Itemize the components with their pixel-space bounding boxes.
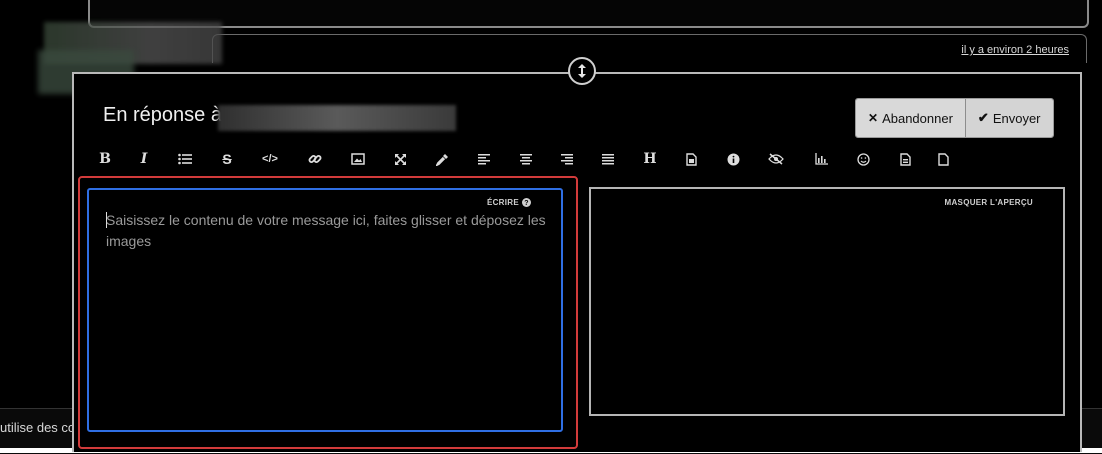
chart-button[interactable] bbox=[808, 148, 834, 170]
heading-button[interactable]: H bbox=[637, 148, 663, 170]
hide-preview-toggle[interactable]: MASQUER L'APERÇU bbox=[945, 198, 1033, 207]
new-page-button[interactable] bbox=[930, 148, 956, 170]
info-button[interactable] bbox=[720, 148, 746, 170]
resize-vertical-icon bbox=[578, 64, 586, 78]
align-right-button[interactable] bbox=[554, 148, 580, 170]
justify-icon bbox=[602, 154, 614, 165]
code-icon: </> bbox=[262, 153, 278, 165]
link-icon bbox=[308, 155, 322, 163]
bullet-list-icon bbox=[178, 153, 192, 165]
svg-text:?: ? bbox=[524, 200, 529, 207]
template-button[interactable] bbox=[892, 148, 918, 170]
check-icon: ✔ bbox=[977, 110, 989, 125]
strikethrough-icon: S bbox=[222, 151, 232, 167]
bold-icon: B bbox=[99, 151, 111, 167]
align-right-icon bbox=[561, 154, 573, 165]
composer-actions: ✕ Abandonner ✔ Envoyer bbox=[855, 98, 1054, 138]
bold-button[interactable]: B bbox=[92, 148, 118, 170]
resize-handle[interactable] bbox=[568, 57, 596, 85]
preview-pane: MASQUER L'APERÇU bbox=[589, 187, 1065, 416]
align-left-button[interactable] bbox=[471, 148, 497, 170]
align-center-button[interactable] bbox=[513, 148, 539, 170]
code-button[interactable]: </> bbox=[257, 148, 283, 170]
attach-file-button[interactable] bbox=[678, 148, 704, 170]
image-button[interactable] bbox=[345, 148, 371, 170]
blurred-reply-target bbox=[218, 105, 456, 131]
message-editor[interactable]: ÉCRIRE ? Saisissez le contenu de votre m… bbox=[87, 188, 563, 432]
fullscreen-button[interactable] bbox=[387, 148, 413, 170]
info-icon bbox=[727, 153, 739, 165]
document-icon bbox=[899, 152, 911, 166]
previous-post-card bbox=[88, 0, 1089, 28]
heading-icon: H bbox=[643, 151, 657, 167]
reply-to-title: En réponse à bbox=[103, 104, 222, 126]
eye-slash-icon bbox=[768, 153, 784, 165]
italic-icon: I bbox=[140, 151, 148, 167]
cancel-button[interactable]: ✕ Abandonner bbox=[856, 99, 965, 137]
emoji-button[interactable] bbox=[850, 148, 876, 170]
send-button-label: Envoyer bbox=[992, 110, 1041, 126]
image-icon bbox=[351, 153, 365, 165]
formatting-toolbar: B I S </> H bbox=[92, 148, 962, 170]
page-icon bbox=[937, 152, 949, 166]
chart-icon bbox=[814, 153, 828, 165]
eyedropper-icon bbox=[435, 153, 448, 166]
file-icon bbox=[685, 152, 697, 166]
cancel-button-label: Abandonner bbox=[882, 110, 953, 126]
strikethrough-button[interactable]: S bbox=[214, 148, 240, 170]
align-left-icon bbox=[478, 154, 490, 165]
help-icon[interactable]: ? bbox=[522, 198, 531, 207]
editor-placeholder: Saisissez le contenu de votre message ic… bbox=[106, 212, 546, 249]
bullet-list-button[interactable] bbox=[172, 148, 198, 170]
write-mode-text: ÉCRIRE bbox=[486, 198, 519, 207]
link-button[interactable] bbox=[302, 148, 328, 170]
send-button[interactable]: ✔ Envoyer bbox=[964, 99, 1053, 137]
write-mode-label: ÉCRIRE ? bbox=[487, 198, 531, 207]
close-icon: ✕ bbox=[868, 111, 879, 125]
spoiler-button[interactable] bbox=[763, 148, 789, 170]
align-center-icon bbox=[520, 154, 532, 165]
color-picker-button[interactable] bbox=[429, 148, 455, 170]
post-timestamp-link[interactable]: il y a environ 2 heures bbox=[961, 44, 1069, 56]
fullscreen-icon bbox=[394, 153, 406, 165]
previous-post-header bbox=[212, 34, 1087, 63]
italic-button[interactable]: I bbox=[131, 148, 157, 170]
smiley-icon bbox=[856, 152, 870, 166]
justify-button[interactable] bbox=[595, 148, 621, 170]
